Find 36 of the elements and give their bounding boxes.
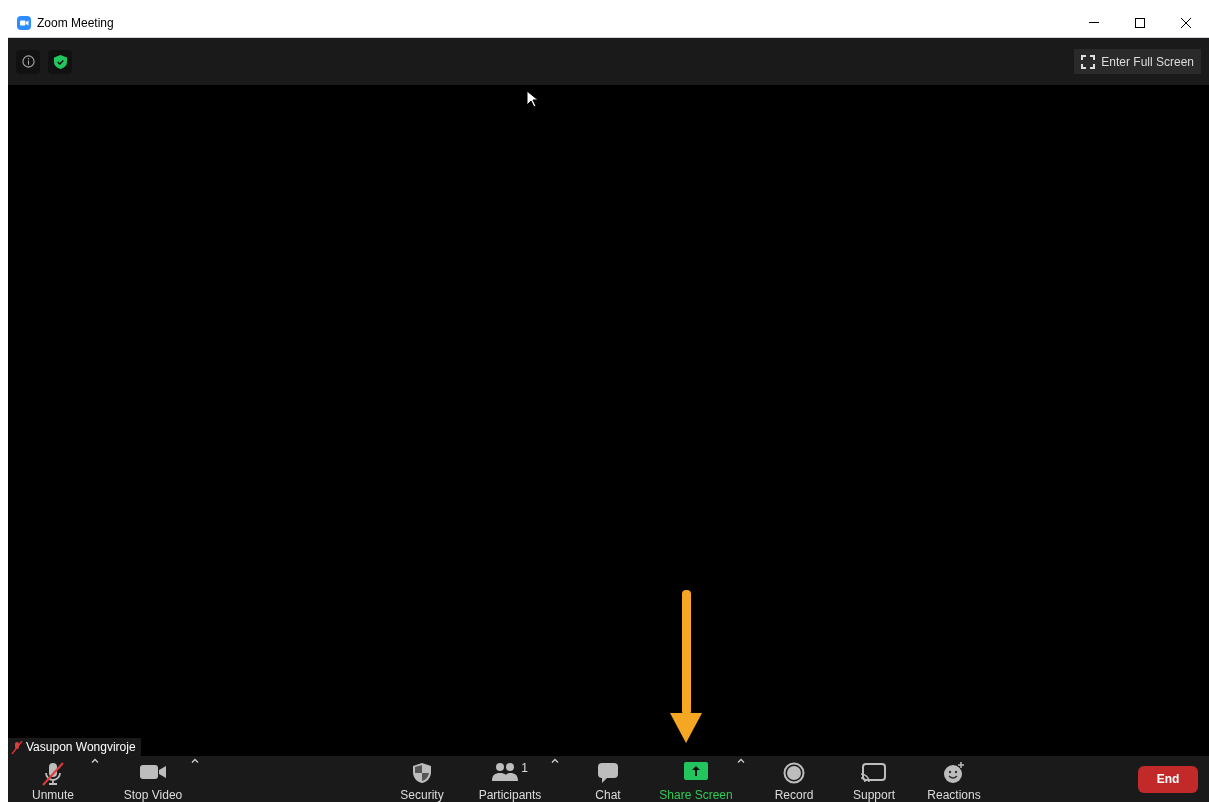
toolbar-button[interactable]: Unmute [8, 756, 98, 802]
people-icon [492, 762, 519, 782]
toolbar-button[interactable]: Stop Video [108, 756, 198, 802]
toolbar-button[interactable]: Security [382, 756, 462, 802]
minimize-icon [1089, 22, 1099, 23]
end-button[interactable]: End [1138, 765, 1198, 793]
caret-icon [551, 758, 559, 763]
close-icon [1181, 17, 1191, 28]
caret-icon [91, 758, 99, 763]
info-button[interactable] [16, 49, 40, 74]
cursor-icon [526, 90, 538, 108]
toolbar-button[interactable]: Support [834, 756, 914, 802]
toolbar-button[interactable]: 1 Participants [462, 756, 558, 802]
speech-bubble-icon [597, 762, 619, 784]
participant-name: Vasupon Wongviroje [26, 739, 136, 756]
video-camera-icon [139, 762, 167, 782]
fullscreen-icon [1081, 54, 1096, 69]
shield-check-icon [53, 54, 67, 69]
info-icon [21, 55, 35, 68]
maximize-icon [1135, 17, 1145, 28]
toolbar-button[interactable]: Reactions [914, 756, 994, 802]
enter-full-screen-button[interactable]: Enter Full Screen [1074, 49, 1201, 74]
toolbar-button[interactable]: Share Screen [648, 756, 744, 802]
record-circle-icon [783, 762, 805, 784]
app-logo-icon [17, 15, 31, 30]
toolbar-button[interactable]: Chat [568, 756, 648, 802]
shield-icon [412, 762, 432, 784]
muted-mic-icon [40, 762, 66, 786]
window-title: Zoom Meeting [37, 14, 114, 32]
security-status-button[interactable] [48, 49, 72, 74]
participant-count: 1 [521, 760, 528, 777]
caret-icon [191, 758, 199, 763]
smiley-plus-icon [943, 762, 965, 784]
toolbar-button[interactable]: Record [754, 756, 834, 802]
caret-icon [737, 758, 745, 763]
screen-cast-icon [861, 762, 887, 784]
